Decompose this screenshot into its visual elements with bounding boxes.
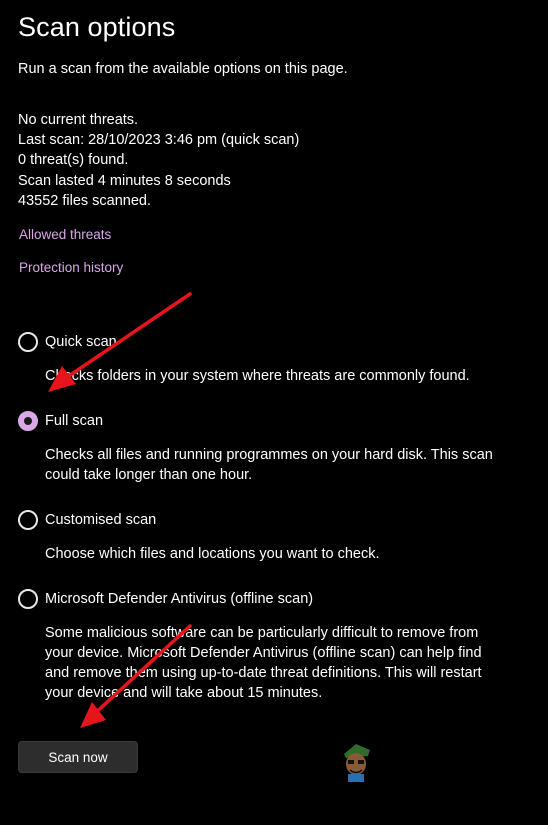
offline-scan-description-line: your device and will take about 15 minut…: [45, 685, 323, 701]
customised-scan-description-line: Choose which files and locations you wan…: [45, 546, 380, 562]
full-scan-radio[interactable]: [18, 411, 38, 431]
offline-scan-label[interactable]: Microsoft Defender Antivirus (offline sc…: [45, 591, 313, 607]
scan-now-button[interactable]: Scan now: [18, 741, 138, 773]
offline-scan-description: Some malicious software can be particula…: [45, 623, 528, 703]
full-scan-option: Full scan Checks all files and running p…: [18, 411, 528, 485]
page-subtitle: Run a scan from the available options on…: [18, 61, 348, 77]
customised-scan-option: Customised scan Choose which files and l…: [18, 510, 528, 564]
page-title: Scan options: [18, 12, 176, 42]
scan-status: No current threats. Last scan: 28/10/202…: [18, 110, 299, 211]
threats-found-text: 0 threat(s) found.: [18, 152, 129, 169]
offline-scan-radio-row[interactable]: Microsoft Defender Antivirus (offline sc…: [18, 589, 528, 609]
offline-scan-description-line: your device. Microsoft Defender Antiviru…: [45, 645, 482, 661]
quick-scan-radio[interactable]: [18, 332, 38, 352]
quick-scan-option: Quick scan Checks folders in your system…: [18, 332, 528, 386]
customised-scan-radio[interactable]: [18, 510, 38, 530]
offline-scan-description-line: and remove them using up-to-date threat …: [45, 665, 482, 681]
files-scanned-text: 43552 files scanned.: [18, 192, 152, 209]
protection-history-link[interactable]: Protection history: [19, 260, 123, 275]
full-scan-description: Checks all files and running programmes …: [45, 445, 528, 485]
offline-scan-description-line: Some malicious software can be particula…: [45, 625, 479, 641]
full-scan-description-line: Checks all files and running programmes …: [45, 447, 493, 463]
threat-status-text: No current threats.: [18, 112, 139, 128]
quick-scan-description: Checks folders in your system where thre…: [45, 366, 528, 386]
full-scan-label[interactable]: Full scan: [45, 413, 103, 429]
customised-scan-label[interactable]: Customised scan: [45, 512, 156, 528]
appuals-mascot-icon: [344, 744, 370, 782]
full-scan-radio-row[interactable]: Full scan: [18, 411, 528, 431]
offline-scan-radio[interactable]: [18, 589, 38, 609]
last-scan-text: Last scan: 28/10/2023 3:46 pm (quick sca…: [18, 132, 300, 149]
full-scan-description-line: could take longer than one hour.: [45, 467, 253, 483]
quick-scan-description-line: Checks folders in your system where thre…: [45, 368, 470, 384]
allowed-threats-link[interactable]: Allowed threats: [19, 227, 111, 242]
customised-scan-radio-row[interactable]: Customised scan: [18, 510, 528, 530]
offline-scan-option: Microsoft Defender Antivirus (offline sc…: [18, 589, 528, 703]
scan-duration-text: Scan lasted 4 minutes 8 seconds: [18, 172, 231, 189]
customised-scan-description: Choose which files and locations you wan…: [45, 544, 528, 564]
quick-scan-label[interactable]: Quick scan: [45, 334, 117, 350]
quick-scan-radio-row[interactable]: Quick scan: [18, 332, 528, 352]
